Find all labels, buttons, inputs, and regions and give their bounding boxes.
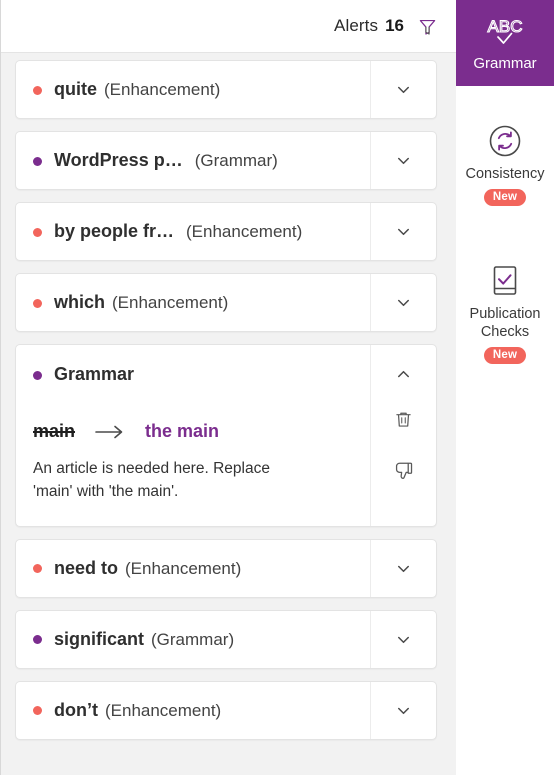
- alert-card-expanded[interactable]: Grammar main the main An article is need…: [15, 344, 437, 527]
- alert-type-dot-enhancement: [33, 298, 42, 308]
- abc-check-icon: ABC: [479, 15, 531, 53]
- alert-term: Grammar: [54, 364, 135, 384]
- arrow-right-icon: [95, 424, 125, 440]
- alert-title: quite (Enhancement): [54, 79, 370, 100]
- sidebar-item-label: Grammar: [473, 55, 537, 72]
- alert-category: (Grammar): [151, 629, 235, 649]
- chevron-down-icon[interactable]: [370, 539, 436, 597]
- alert-type-dot-enhancement: [33, 227, 42, 237]
- alert-term: need to: [54, 557, 119, 578]
- sidebar-item-grammar[interactable]: ABC Grammar: [456, 0, 554, 86]
- alert-term: quite: [54, 79, 97, 99]
- alert-card-header[interactable]: don’t (Enhancement): [16, 681, 436, 739]
- alert-card[interactable]: need to (Enhancement): [15, 538, 437, 598]
- chevron-down-icon[interactable]: [370, 61, 436, 118]
- thumbs-down-icon[interactable]: [391, 458, 417, 484]
- status-badge: New: [483, 189, 527, 207]
- suggestion-explanation: An article is needed here. Replace 'main…: [33, 460, 270, 500]
- alert-category: (Enhancement): [112, 293, 229, 312]
- alert-term: by people fr…: [54, 221, 175, 241]
- svg-text:ABC: ABC: [488, 17, 523, 36]
- alerts-header-bar: Alerts 16: [1, 0, 456, 53]
- book-check-icon: [488, 262, 522, 300]
- alert-title: by people fr… (Enhancement): [54, 221, 370, 242]
- alert-type-dot-enhancement: [33, 564, 42, 574]
- alert-card-body: main the main An article is needed here.…: [16, 394, 436, 526]
- alert-card-header[interactable]: significant (Grammar): [16, 610, 436, 668]
- alert-title: Grammar: [16, 345, 370, 385]
- alert-card-header[interactable]: which (Enhancement): [16, 274, 436, 331]
- alerts-label: Alerts: [334, 16, 379, 35]
- trash-icon[interactable]: [391, 406, 417, 432]
- alert-term: WordPress p…: [54, 150, 183, 170]
- suggestion-content: main the main An article is needed here.…: [16, 394, 370, 526]
- chevron-down-icon[interactable]: [370, 681, 436, 739]
- sidebar-item-label: Consistency: [465, 166, 545, 182]
- alert-type-dot-grammar: [33, 370, 42, 380]
- alert-term: don’t: [54, 699, 98, 720]
- alert-card[interactable]: WordPress p… (Grammar): [15, 131, 437, 190]
- sync-circle-icon: [486, 122, 524, 160]
- chevron-down-icon[interactable]: [370, 274, 436, 331]
- original-text: main: [33, 421, 76, 441]
- alert-category: (Grammar): [194, 151, 278, 170]
- alert-card-header[interactable]: by people fr… (Enhancement): [16, 203, 436, 260]
- alert-type-dot-grammar: [33, 156, 42, 166]
- alerts-card-list[interactable]: quite (Enhancement) WordPress p… (Gramma…: [1, 53, 456, 775]
- alert-title: need to (Enhancement): [54, 558, 370, 579]
- sidebar-item-publication-checks[interactable]: Publication Checks New: [456, 248, 554, 376]
- alert-category: (Enhancement): [104, 700, 222, 720]
- status-badge: New: [483, 347, 527, 365]
- alert-card[interactable]: quite (Enhancement): [15, 60, 437, 119]
- alert-card-header[interactable]: Grammar: [16, 345, 436, 394]
- alert-card-header[interactable]: quite (Enhancement): [16, 61, 436, 118]
- alert-title: don’t (Enhancement): [54, 700, 370, 721]
- alert-card[interactable]: by people fr… (Enhancement): [15, 202, 437, 261]
- suggestion-actions: [370, 394, 436, 526]
- sidebar-item-label: Publication Checks: [469, 306, 541, 340]
- alert-term: which: [54, 292, 106, 312]
- sidebar-item-consistency[interactable]: Consistency New: [456, 108, 554, 218]
- alert-card-header[interactable]: need to (Enhancement): [16, 539, 436, 597]
- chevron-down-icon[interactable]: [370, 610, 436, 668]
- alert-card[interactable]: which (Enhancement): [15, 273, 437, 332]
- filter-funnel-icon[interactable]: [415, 14, 439, 38]
- alert-term: significant: [54, 628, 145, 649]
- alert-title: which (Enhancement): [54, 292, 370, 313]
- suggestion-row: main the main: [33, 394, 353, 442]
- alert-card[interactable]: significant (Grammar): [15, 609, 437, 669]
- alert-type-dot-grammar: [33, 635, 42, 645]
- tools-sidebar: ABC Grammar Consistency New Publication …: [456, 0, 554, 775]
- alert-title: significant (Grammar): [54, 629, 370, 650]
- alert-category: (Enhancement): [104, 80, 221, 99]
- alert-card-header[interactable]: WordPress p… (Grammar): [16, 132, 436, 189]
- alert-type-dot-enhancement: [33, 85, 42, 95]
- replacement-text[interactable]: the main: [145, 421, 219, 442]
- chevron-down-icon[interactable]: [370, 132, 436, 189]
- alert-category: (Enhancement): [186, 222, 303, 241]
- chevron-down-icon[interactable]: [370, 203, 436, 260]
- chevron-up-icon[interactable]: [370, 345, 436, 394]
- alerts-count: 16: [385, 16, 404, 35]
- alert-card[interactable]: don’t (Enhancement): [15, 680, 437, 740]
- alerts-panel-app: Alerts 16 quite (Enhancement) WordPress …: [0, 0, 554, 775]
- alert-type-dot-enhancement: [33, 706, 42, 716]
- alert-category: (Enhancement): [125, 558, 242, 578]
- alert-title: WordPress p… (Grammar): [54, 150, 370, 171]
- alerts-main-panel: Alerts 16 quite (Enhancement) WordPress …: [0, 0, 456, 775]
